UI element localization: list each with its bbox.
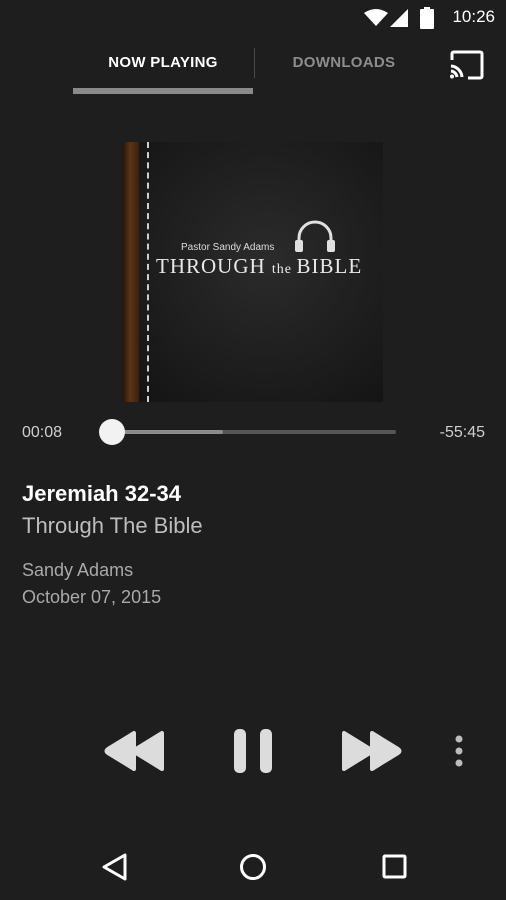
episode-speaker: Sandy Adams: [22, 560, 134, 580]
nav-recents-button[interactable]: [374, 850, 414, 884]
battery-icon: [420, 7, 434, 29]
buffered-progress: [112, 430, 223, 434]
cast-icon: [450, 50, 484, 80]
headphones-icon: [295, 220, 335, 252]
album-title-text: THROUGH the BIBLE: [156, 254, 362, 279]
fast-forward-icon: [342, 731, 402, 771]
more-vert-icon: [455, 735, 463, 767]
rewind-icon: [104, 731, 164, 771]
system-nav-bar: [0, 830, 506, 900]
episode-date: October 07, 2015: [22, 587, 162, 607]
tab-now-playing[interactable]: NOW PLAYING: [73, 54, 253, 71]
more-options-button[interactable]: [450, 734, 468, 770]
wifi-icon: [364, 9, 388, 26]
album-author-text: Pastor Sandy Adams: [181, 242, 275, 253]
episode-title: Jeremiah 32-34: [22, 481, 181, 506]
elapsed-time: 00:08: [22, 424, 63, 441]
album-art: Pastor Sandy Adams THROUGH the BIBLE: [123, 142, 383, 402]
back-icon: [102, 853, 127, 881]
tab-divider: [254, 48, 255, 78]
tab-bar: NOW PLAYING DOWNLOADS: [0, 36, 506, 96]
album-stitching: [147, 142, 149, 402]
episode-series: Through The Bible: [22, 513, 203, 538]
tab-downloads[interactable]: DOWNLOADS: [258, 54, 430, 71]
recents-icon: [382, 854, 407, 879]
pause-button[interactable]: [232, 727, 274, 775]
nav-back-button[interactable]: [96, 850, 136, 884]
pause-icon: [234, 729, 272, 773]
seek-thumb[interactable]: [99, 419, 125, 445]
cell-signal-icon: [390, 9, 408, 27]
nav-home-button[interactable]: [233, 850, 273, 884]
active-tab-indicator: [73, 88, 253, 94]
cast-button[interactable]: [448, 50, 486, 80]
rewind-button[interactable]: [104, 730, 166, 772]
remaining-time: -55:45: [439, 424, 485, 441]
album-title-part: the: [271, 262, 297, 277]
seek-bar[interactable]: [112, 430, 396, 434]
album-title-part: THROUGH: [156, 254, 272, 278]
home-icon: [240, 854, 266, 880]
status-time: 10:26: [452, 7, 495, 26]
album-spine: [123, 142, 139, 402]
status-bar: 10:26: [0, 0, 506, 36]
album-title-part: BIBLE: [296, 254, 363, 278]
fast-forward-button[interactable]: [340, 730, 402, 772]
